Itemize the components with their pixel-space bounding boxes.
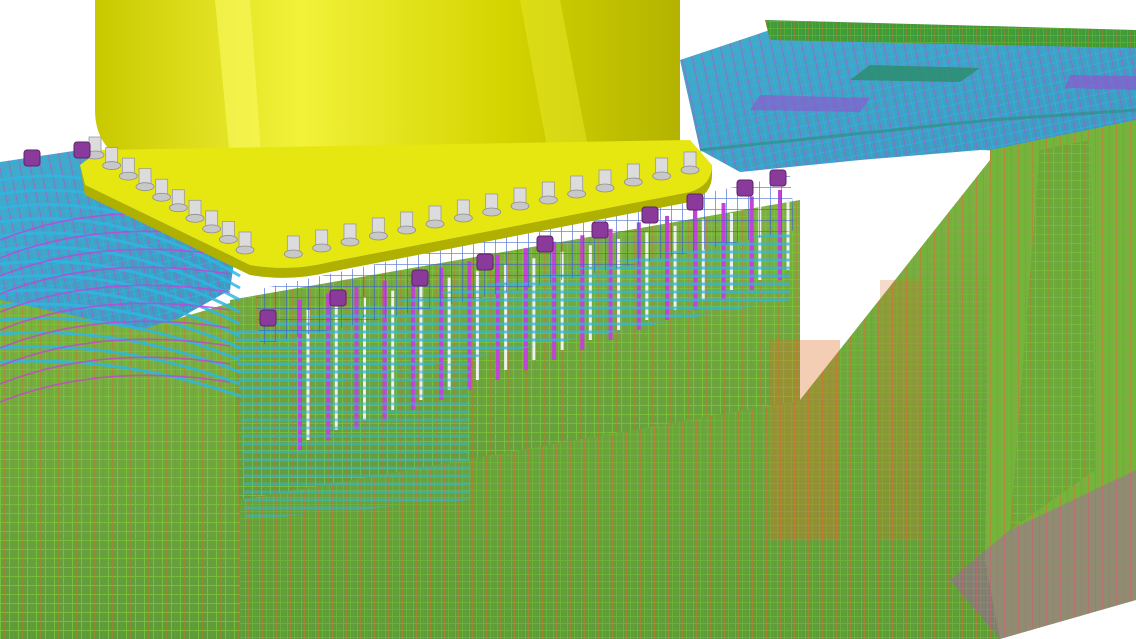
anchor-nut (259, 309, 277, 327)
bolt-washer (283, 249, 303, 259)
anchor-nut (736, 179, 754, 197)
anchor-nut (476, 253, 494, 271)
bolt-washer (510, 201, 530, 211)
anchor-nut (411, 269, 429, 287)
bolt-washer (185, 213, 205, 223)
anchor-nut (686, 193, 704, 211)
anchor-nut (641, 206, 659, 224)
model-viewport[interactable] (0, 0, 1136, 639)
bolt-washer (397, 225, 417, 235)
rebar-scene (0, 0, 1136, 639)
slab-opening (1065, 75, 1136, 90)
bolt-washer (680, 165, 700, 175)
bolt-washer (118, 171, 138, 181)
bolt-washer (567, 189, 587, 199)
bolt-washer (425, 219, 445, 229)
bolt-washer (235, 245, 255, 255)
anchor-nut (329, 289, 347, 307)
bolt-washer (202, 224, 222, 234)
bolt-washer (482, 207, 502, 217)
bolt-washer (340, 237, 360, 247)
bolt-washer (623, 177, 643, 187)
bolt-washer (102, 161, 122, 170)
bolt-washer (152, 192, 172, 202)
bolt-washer (135, 182, 155, 192)
bolt-washer (312, 243, 332, 253)
bolt-washer (538, 195, 558, 205)
anchor-nut (23, 149, 41, 167)
bolt-washer (595, 183, 615, 193)
rebar-zone (880, 280, 920, 540)
anchor-nut (769, 169, 787, 187)
rebar-zone (770, 340, 840, 540)
bolt-washer (652, 171, 672, 181)
bolt-washer (368, 231, 388, 241)
anchor-nut (73, 141, 91, 159)
anchor-nut (591, 221, 609, 239)
anchor-nut (536, 235, 554, 253)
anchor-bolt (121, 157, 135, 175)
bolt-washer (453, 213, 473, 223)
slab-opening (850, 65, 980, 82)
bolt-washer (168, 203, 188, 213)
slab-opening (750, 95, 870, 112)
bolt-washer (218, 235, 238, 244)
